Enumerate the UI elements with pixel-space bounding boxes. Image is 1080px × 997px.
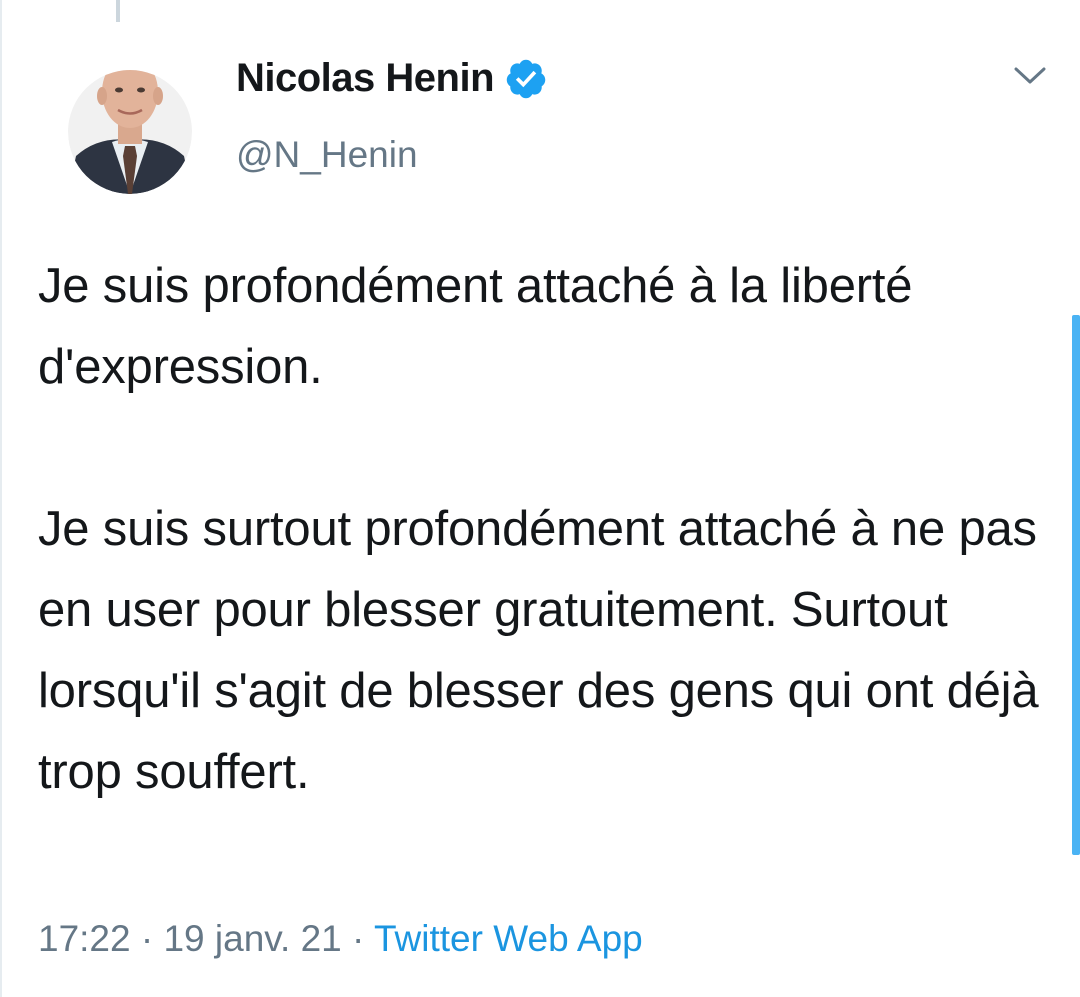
author-name-text: Nicolas Henin xyxy=(236,56,495,100)
author-display-name[interactable]: Nicolas Henin xyxy=(236,56,548,101)
tweet-text: Je suis profondément attaché à la libert… xyxy=(38,246,1048,813)
tweet-date[interactable]: 19 janv. 21 xyxy=(163,918,341,959)
scrollbar-thumb[interactable] xyxy=(1072,315,1080,855)
verified-badge-icon xyxy=(504,57,548,101)
tweet-paragraph: Je suis surtout profondément attaché à n… xyxy=(38,502,1039,799)
tweet-metadata: 17:22 · 19 janv. 21 · Twitter Web App xyxy=(38,918,643,960)
meta-separator: · xyxy=(352,918,365,959)
tweet-time[interactable]: 17:22 xyxy=(38,918,131,959)
chevron-down-icon[interactable] xyxy=(1012,60,1048,90)
thread-connector-line xyxy=(116,0,120,22)
left-border xyxy=(0,0,2,997)
tweet-source-link[interactable]: Twitter Web App xyxy=(374,918,643,959)
avatar[interactable] xyxy=(68,44,192,194)
tweet-paragraph: Je suis profondément attaché à la libert… xyxy=(38,259,913,394)
author-handle[interactable]: @N_Henin xyxy=(236,134,418,176)
meta-separator: · xyxy=(140,918,154,959)
